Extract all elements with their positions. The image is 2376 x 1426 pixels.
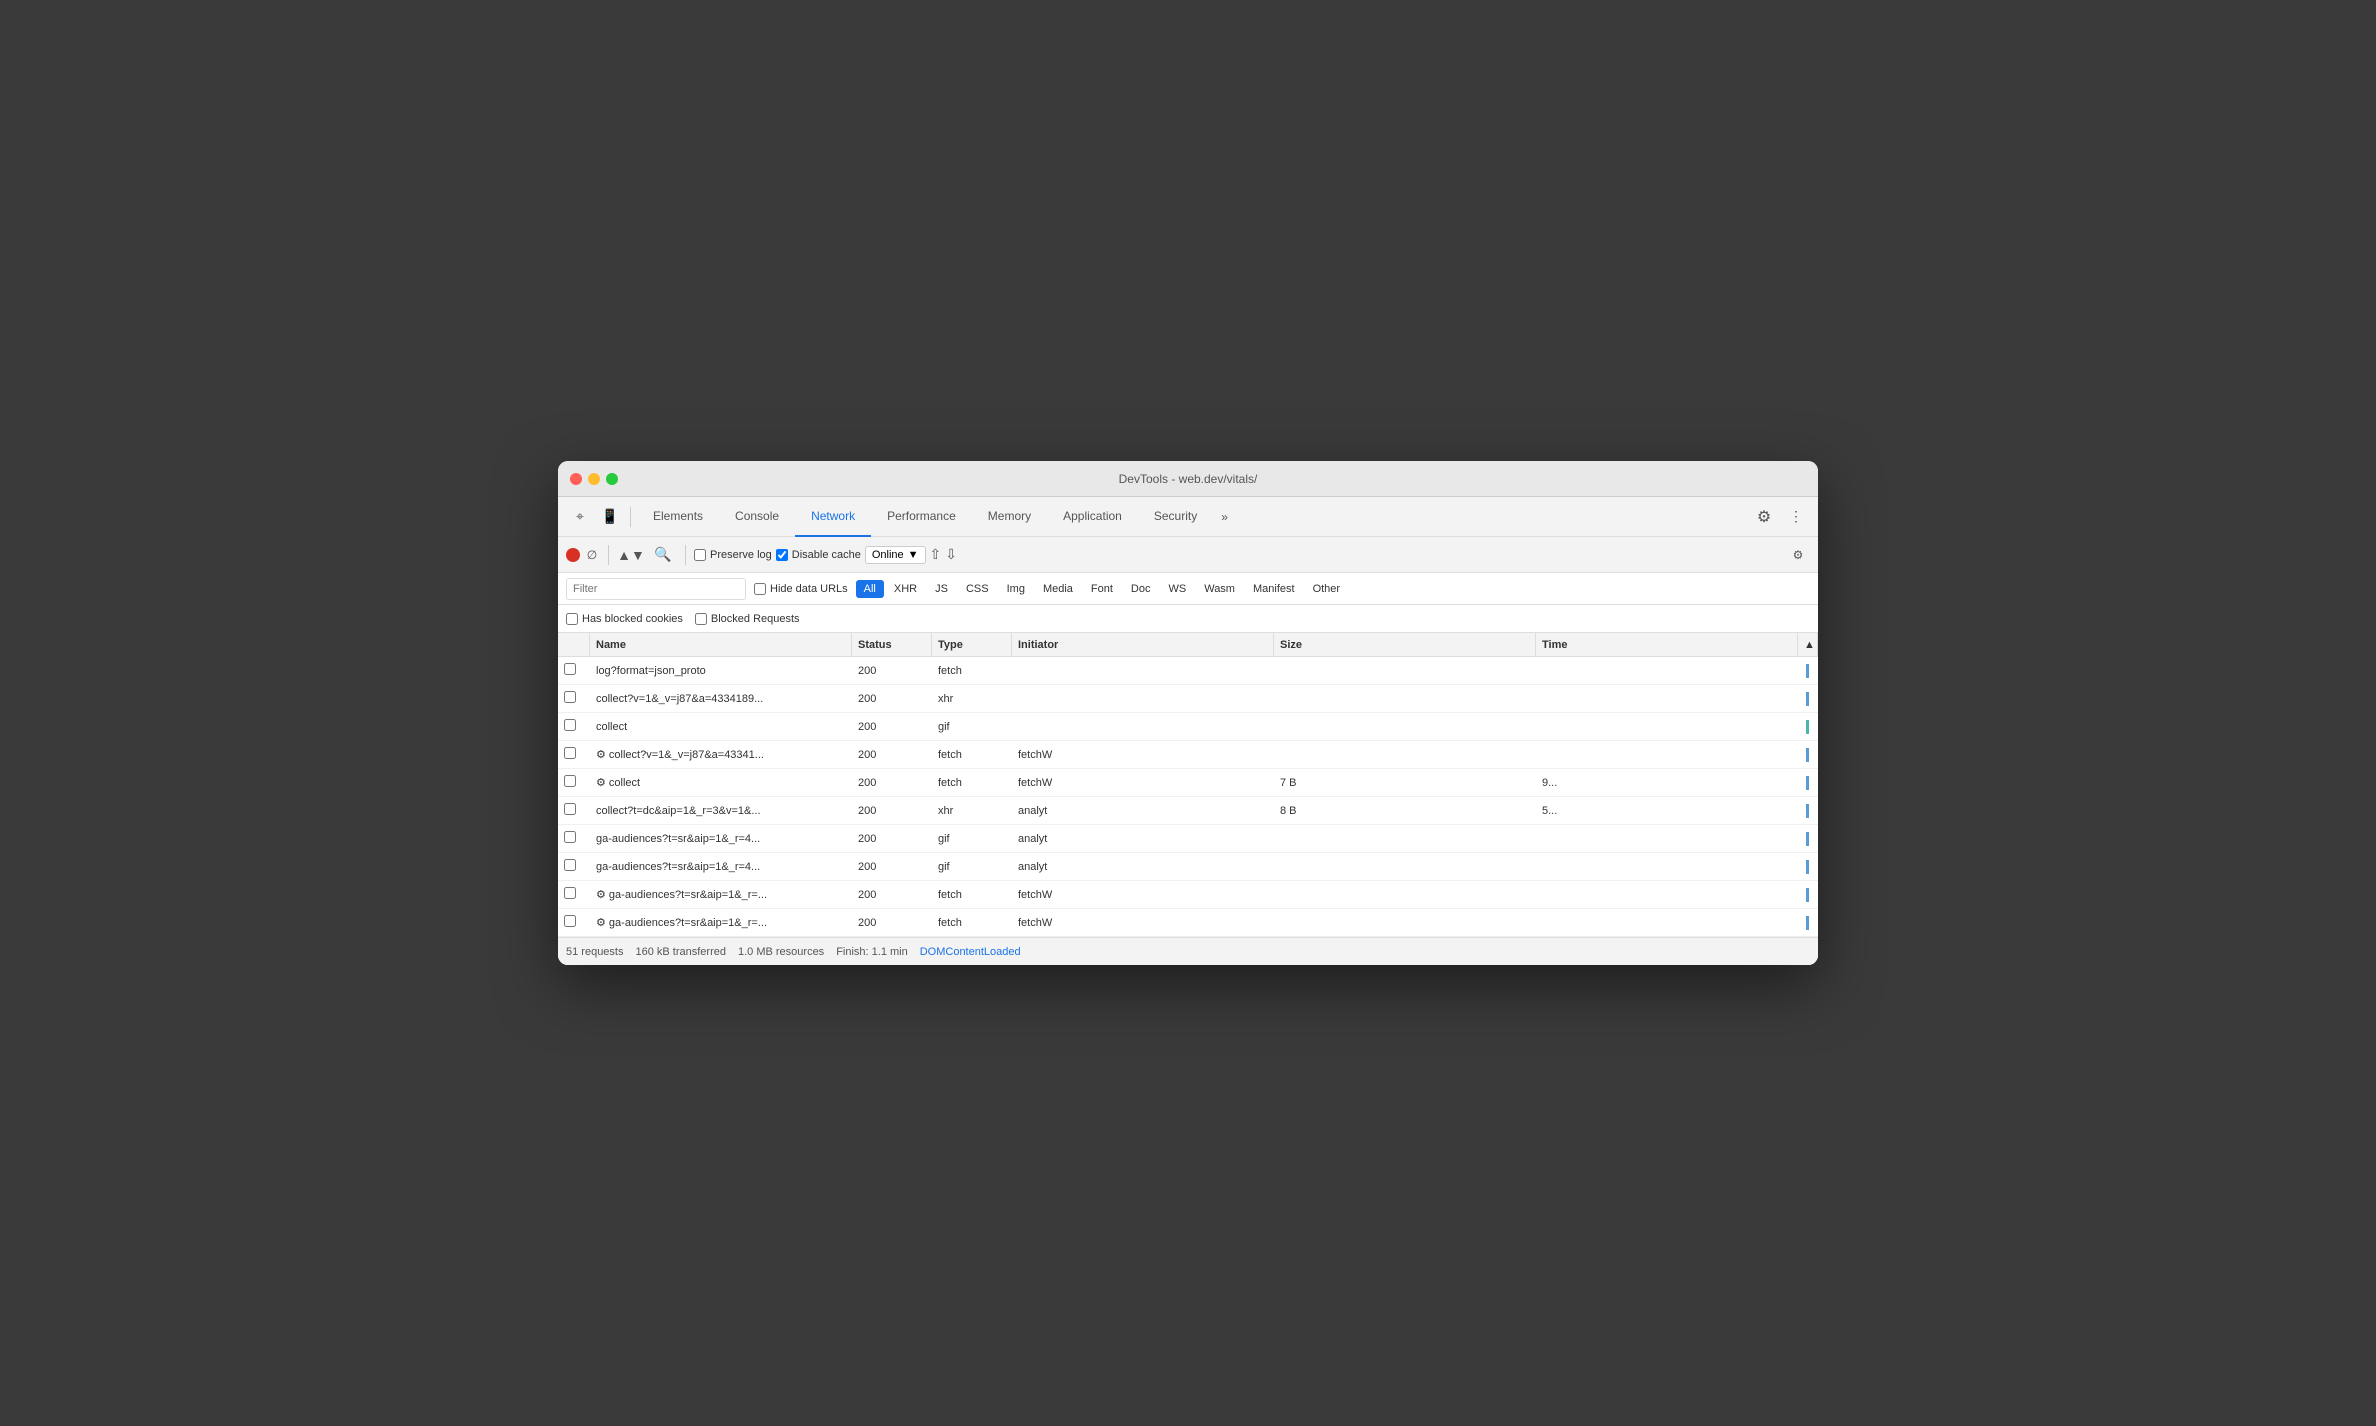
col-initiator[interactable]: Initiator xyxy=(1012,633,1274,656)
title-bar: DevTools - web.dev/vitals/ xyxy=(558,461,1818,497)
table-row[interactable]: log?format=json_proto 200 fetch xyxy=(558,657,1818,685)
filter-tab-css[interactable]: CSS xyxy=(958,580,997,598)
col-checkbox xyxy=(558,633,590,656)
main-content: Name Status Type Initiator Size Time ▲ l… xyxy=(558,633,1818,965)
more-tabs-button[interactable]: » xyxy=(1213,497,1236,537)
filter-toolbar: Hide data URLs All XHR JS CSS Img Media … xyxy=(558,573,1818,605)
blocked-requests-label[interactable]: Blocked Requests xyxy=(695,613,800,625)
minimize-button[interactable] xyxy=(588,473,600,485)
disable-cache-label[interactable]: Disable cache xyxy=(776,549,861,561)
toolbar-right: ⚙ ⋮ xyxy=(1750,503,1810,531)
tab-security[interactable]: Security xyxy=(1138,497,1213,537)
has-blocked-cookies-checkbox[interactable] xyxy=(566,613,578,625)
filter-tab-media[interactable]: Media xyxy=(1035,580,1081,598)
hide-data-urls-checkbox[interactable] xyxy=(754,583,766,595)
settings-button[interactable]: ⚙ xyxy=(1750,503,1778,531)
filter-tab-other[interactable]: Other xyxy=(1305,580,1349,598)
clear-button[interactable]: ∅ xyxy=(584,547,600,563)
blocked-row: Has blocked cookies Blocked Requests xyxy=(558,605,1818,633)
upload-icon: ⇧ xyxy=(930,546,942,563)
tab-network[interactable]: Network xyxy=(795,497,871,537)
preserve-log-label[interactable]: Preserve log xyxy=(694,549,772,561)
top-toolbar: ⌖ 📱 Elements Console Network Performance… xyxy=(558,497,1818,537)
blocked-requests-checkbox[interactable] xyxy=(695,613,707,625)
filter-tab-img[interactable]: Img xyxy=(999,580,1033,598)
col-type[interactable]: Type xyxy=(932,633,1012,656)
filter-tab-all[interactable]: All xyxy=(856,580,884,598)
devtools-window: DevTools - web.dev/vitals/ ⌖ 📱 Elements … xyxy=(558,461,1818,965)
finish-time: Finish: 1.1 min xyxy=(836,946,908,958)
table-row[interactable]: ⚙ collect?v=1&_v=j87&a=43341... 200 fetc… xyxy=(558,741,1818,769)
filter-tab-doc[interactable]: Doc xyxy=(1123,580,1159,598)
table-header: Name Status Type Initiator Size Time ▲ xyxy=(558,633,1818,657)
tab-performance[interactable]: Performance xyxy=(871,497,972,537)
toolbar-sep-1 xyxy=(608,545,609,565)
filter-tab-manifest[interactable]: Manifest xyxy=(1245,580,1303,598)
hide-data-urls-label[interactable]: Hide data URLs xyxy=(754,583,848,595)
filter-input[interactable] xyxy=(566,578,746,600)
col-status[interactable]: Status xyxy=(852,633,932,656)
filter-tab-ws[interactable]: WS xyxy=(1160,580,1194,598)
requests-count: 51 requests xyxy=(566,946,623,958)
tab-elements[interactable]: Elements xyxy=(637,497,719,537)
filter-tab-js[interactable]: JS xyxy=(927,580,956,598)
filter-tab-wasm[interactable]: Wasm xyxy=(1196,580,1243,598)
filter-tabs: All XHR JS CSS Img Media Font Doc WS Was… xyxy=(856,580,1348,598)
disable-cache-checkbox[interactable] xyxy=(776,549,788,561)
toolbar-separator xyxy=(630,507,631,527)
close-button[interactable] xyxy=(570,473,582,485)
table-row[interactable]: ga-audiences?t=sr&aip=1&_r=4... 200 gif … xyxy=(558,853,1818,881)
col-waterfall[interactable]: ▲ xyxy=(1798,633,1818,656)
filter-tab-font[interactable]: Font xyxy=(1083,580,1121,598)
table-row[interactable]: collect?t=dc&aip=1&_r=3&v=1&... 200 xhr … xyxy=(558,797,1818,825)
col-size[interactable]: Size xyxy=(1274,633,1536,656)
col-name[interactable]: Name xyxy=(590,633,852,656)
transferred-size: 160 kB transferred xyxy=(635,946,726,958)
table-row[interactable]: collect 200 gif xyxy=(558,713,1818,741)
tab-bar: Elements Console Network Performance Mem… xyxy=(637,497,1748,537)
toolbar-sep-2 xyxy=(685,545,686,565)
traffic-lights xyxy=(570,473,618,485)
requests-table: Name Status Type Initiator Size Time ▲ l… xyxy=(558,633,1818,965)
window-title: DevTools - web.dev/vitals/ xyxy=(1119,472,1258,486)
search-button[interactable]: 🔍 xyxy=(649,541,677,569)
network-settings-button[interactable]: ⚙ xyxy=(1786,543,1810,567)
maximize-button[interactable] xyxy=(606,473,618,485)
select-tool-button[interactable]: ⌖ xyxy=(566,503,594,531)
filter-button[interactable]: ▲▼ xyxy=(617,541,645,569)
devtools-body: ⌖ 📱 Elements Console Network Performance… xyxy=(558,497,1818,965)
col-time[interactable]: Time xyxy=(1536,633,1798,656)
tab-memory[interactable]: Memory xyxy=(972,497,1047,537)
has-blocked-cookies-label[interactable]: Has blocked cookies xyxy=(566,613,683,625)
table-row[interactable]: ⚙ collect 200 fetch fetchW 7 B 9... xyxy=(558,769,1818,797)
chevron-down-icon: ▼ xyxy=(908,549,919,561)
network-toolbar: ∅ ▲▼ 🔍 Preserve log Disable cache Online… xyxy=(558,537,1818,573)
device-toolbar-button[interactable]: 📱 xyxy=(596,503,624,531)
tab-application[interactable]: Application xyxy=(1047,497,1138,537)
status-bar: 51 requests 160 kB transferred 1.0 MB re… xyxy=(558,937,1818,965)
download-icon: ⇩ xyxy=(945,546,957,563)
tab-console[interactable]: Console xyxy=(719,497,795,537)
more-options-button[interactable]: ⋮ xyxy=(1782,503,1810,531)
throttling-select[interactable]: Online ▼ xyxy=(865,546,926,564)
dom-content-loaded[interactable]: DOMContentLoaded xyxy=(920,946,1021,958)
filter-tab-xhr[interactable]: XHR xyxy=(886,580,925,598)
table-row[interactable]: ⚙ ga-audiences?t=sr&aip=1&_r=... 200 fet… xyxy=(558,909,1818,937)
preserve-log-checkbox[interactable] xyxy=(694,549,706,561)
table-row[interactable]: ⚙ ga-audiences?t=sr&aip=1&_r=... 200 fet… xyxy=(558,881,1818,909)
table-row[interactable]: ga-audiences?t=sr&aip=1&_r=4... 200 gif … xyxy=(558,825,1818,853)
resources-size: 1.0 MB resources xyxy=(738,946,824,958)
table-row[interactable]: collect?v=1&_v=j87&a=4334189... 200 xhr xyxy=(558,685,1818,713)
record-button[interactable] xyxy=(566,548,580,562)
